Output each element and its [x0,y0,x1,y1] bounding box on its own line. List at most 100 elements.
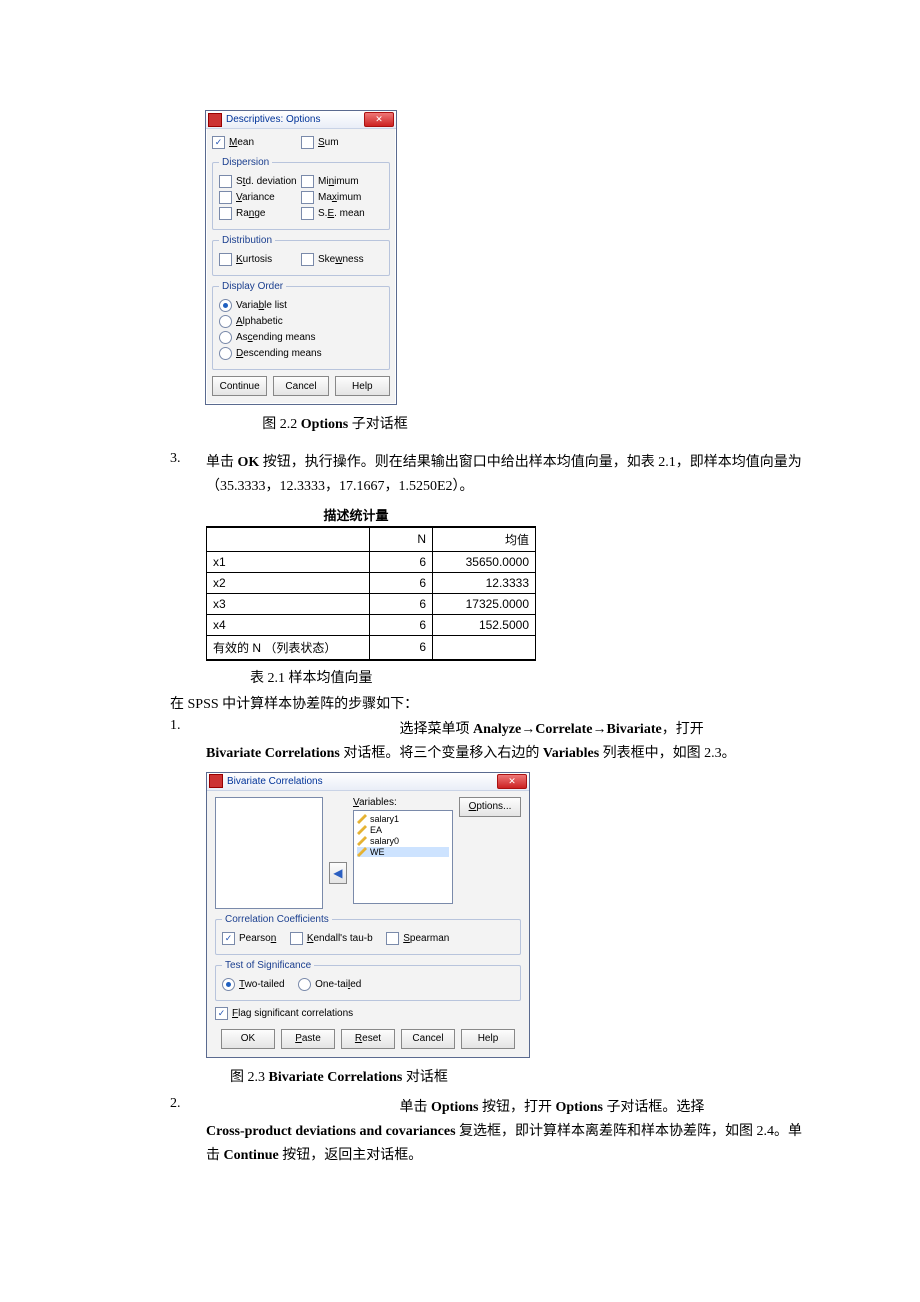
range-checkbox[interactable] [219,207,232,220]
list-item-label: salary0 [370,836,399,846]
table-row: x1635650.0000 [207,551,536,572]
correlation-coefficients-group: Correlation Coefficients Pearson Kendall… [215,914,521,955]
skewness-label: Skewness [318,254,364,265]
mean-checkbox[interactable] [212,136,225,149]
paragraph: 在 SPSS 中计算样本协差阵的步骤如下： [170,693,805,717]
cc-legend: Correlation Coefficients [222,914,332,925]
one-tailed-label: One-tailed [315,979,361,990]
bivariate-correlations-dialog: Bivariate Correlations ✕ ◀ Variables: sa… [206,772,530,1058]
ruler-icon [357,814,367,824]
step-b2: 2. 单击 Options 按钮，打开 Options 子对话框。选择 Cros… [170,1096,805,1167]
desc-radio[interactable] [219,347,232,360]
desc-label: Descending means [236,348,322,359]
tos-legend: Test of Significance [222,960,314,971]
dialog-title: Descriptives: Options [226,114,320,125]
list-item[interactable]: EA [357,825,449,835]
variance-checkbox[interactable] [219,191,232,204]
std-label: Std. deviation [236,176,297,187]
spearman-checkbox[interactable] [386,932,399,945]
source-list[interactable] [215,797,323,909]
mean-label: Mean [229,137,254,148]
reset-button[interactable]: Reset [341,1029,395,1049]
distribution-group: Distribution Kurtosis Skewness [212,235,390,276]
kurtosis-label: Kurtosis [236,254,272,265]
range-label: Range [236,208,265,219]
move-left-button[interactable]: ◀ [329,862,347,884]
help-button[interactable]: Help [461,1029,515,1049]
continue-button[interactable]: Continue [212,376,267,396]
ruler-icon [357,825,367,835]
variables-list[interactable]: salary1EAsalary0WE [353,810,453,904]
dialog-titlebar: Descriptives: Options ✕ [206,111,396,129]
max-checkbox[interactable] [301,191,314,204]
varlist-label: Variable list [236,300,287,311]
dialog2-titlebar: Bivariate Correlations ✕ [207,773,529,791]
test-of-significance-group: Test of Significance Two-tailed One-tail… [215,960,521,1001]
alpha-label: Alphabetic [236,316,283,327]
descriptive-stats-table: N 均值 x1635650.0000x2612.3333x3617325.000… [206,526,536,661]
dispersion-group: Dispersion Std. deviation Variance Range… [212,157,390,230]
se-label: S.E. mean [318,208,365,219]
display-legend: Display Order [219,281,286,292]
varlist-radio[interactable] [219,299,232,312]
descriptives-options-dialog: Descriptives: Options ✕ Mean Sum Dispers… [205,110,397,405]
max-label: Maximum [318,192,361,203]
table-row: x3617325.0000 [207,593,536,614]
two-tailed-label: Two-tailed [239,979,285,990]
app-icon [208,113,222,127]
table-row: x2612.3333 [207,572,536,593]
min-checkbox[interactable] [301,175,314,188]
list-item-label: salary1 [370,814,399,824]
ruler-icon [357,847,367,857]
table-row: 有效的 N （列表状态）6 [207,635,536,660]
list-item-label: WE [370,847,385,857]
help-button[interactable]: Help [335,376,390,396]
ok-button[interactable]: OK [221,1029,275,1049]
list-item-label: EA [370,825,382,835]
list-item[interactable]: WE [357,847,449,857]
asc-label: Ascending means [236,332,316,343]
dialog2-title: Bivariate Correlations [227,776,323,787]
sum-checkbox[interactable] [301,136,314,149]
min-label: Minimum [318,176,359,187]
kendall-label: Kendall's tau-b [307,933,373,944]
ruler-icon [357,836,367,846]
distribution-legend: Distribution [219,235,275,246]
list-item[interactable]: salary1 [357,814,449,824]
std-checkbox[interactable] [219,175,232,188]
variables-label: Variables: [353,797,453,808]
figure-2-2-caption: 图 2.2 Options 子对话框 [205,413,465,433]
pearson-checkbox[interactable] [222,932,235,945]
table-header-n: N [370,527,433,552]
app-icon [209,774,223,788]
se-checkbox[interactable] [301,207,314,220]
flag-checkbox[interactable] [215,1007,228,1020]
variance-label: Variance [236,192,275,203]
table-header-name [207,527,370,552]
pearson-label: Pearson [239,933,276,944]
alpha-radio[interactable] [219,315,232,328]
table-header-mean: 均值 [433,527,536,552]
dispersion-legend: Dispersion [219,157,272,168]
sum-label: Sum [318,137,339,148]
cancel-button[interactable]: Cancel [401,1029,455,1049]
one-tailed-radio[interactable] [298,978,311,991]
step-b1: 1. 选择菜单项 Analyze→Correlate→Bivariate，打开 … [170,718,805,766]
two-tailed-radio[interactable] [222,978,235,991]
kurtosis-checkbox[interactable] [219,253,232,266]
kendall-checkbox[interactable] [290,932,303,945]
spearman-label: Spearman [403,933,449,944]
table-title: 描述统计量 [206,505,506,524]
paste-button[interactable]: Paste [281,1029,335,1049]
options-button[interactable]: Options... [459,797,521,817]
close-icon[interactable]: ✕ [497,774,527,789]
figure-2-3-caption: 图 2.3 Bivariate Correlations 对话框 [230,1066,805,1086]
cancel-button[interactable]: Cancel [273,376,328,396]
step-3: 3. 单击 OK 按钮，执行操作。则在结果输出窗口中给出样本均值向量，如表 2.… [170,451,805,499]
table-2-1-caption: 表 2.1 样本均值向量 [250,667,805,687]
close-icon[interactable]: ✕ [364,112,394,127]
flag-label: Flag significant correlations [232,1008,353,1019]
asc-radio[interactable] [219,331,232,344]
list-item[interactable]: salary0 [357,836,449,846]
skewness-checkbox[interactable] [301,253,314,266]
